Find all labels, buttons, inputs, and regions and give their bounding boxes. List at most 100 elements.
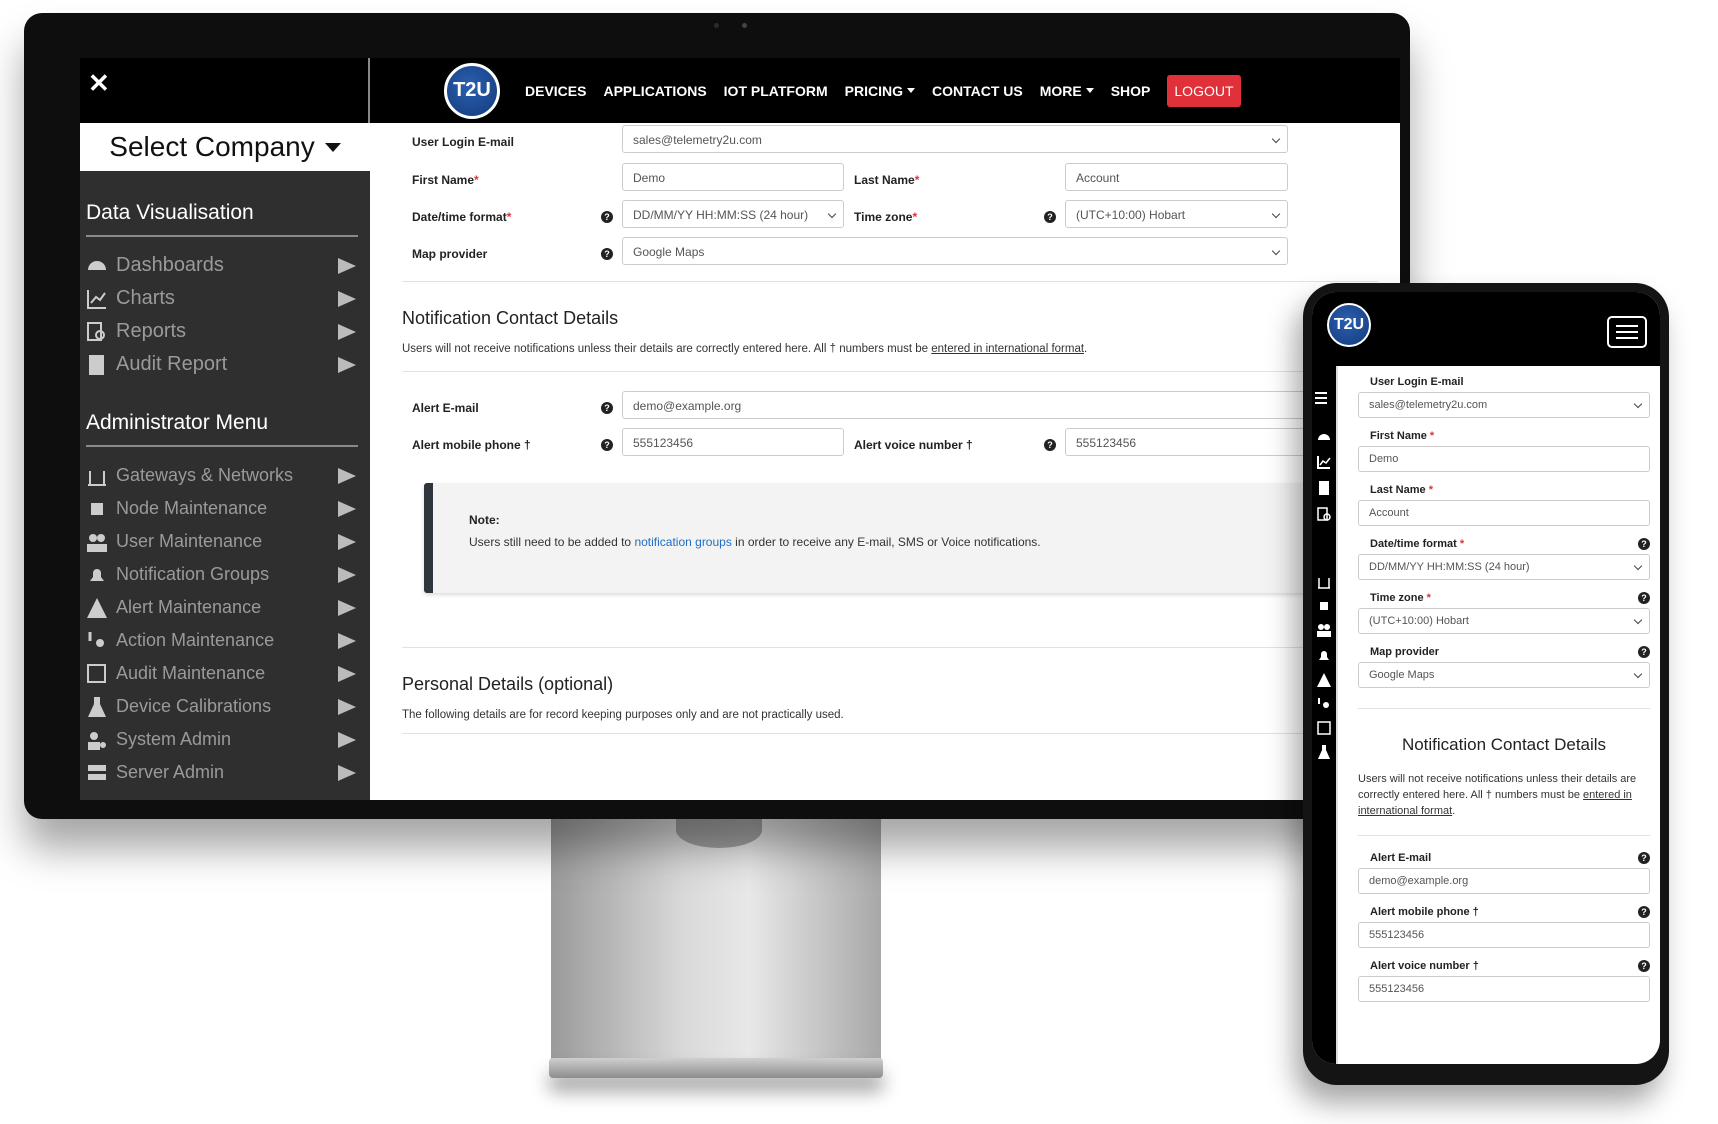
- audit-icon[interactable]: [1316, 720, 1332, 736]
- notification-groups-link[interactable]: notification groups: [634, 535, 731, 549]
- sidebar-item-label: Server Admin: [116, 762, 225, 782]
- monitor-camera: [714, 23, 764, 29]
- sidebar-item-charts[interactable]: Charts: [86, 282, 360, 315]
- help-icon[interactable]: ?: [601, 402, 613, 414]
- timezone-label: Time zone*: [854, 210, 917, 224]
- nav-item-pricing[interactable]: PRICING: [845, 83, 915, 99]
- alert-mobile-label-text: Alert mobile phone †: [1370, 906, 1479, 918]
- help-icon[interactable]: ?: [1638, 960, 1650, 972]
- notification-section-title: Notification Contact Details: [1401, 735, 1607, 754]
- sidebar-toggle-icon[interactable]: [1315, 380, 1329, 416]
- arrow-right-icon: [338, 500, 356, 517]
- audit-report-icon[interactable]: [1316, 480, 1332, 496]
- warning-icon[interactable]: [1316, 672, 1332, 688]
- international-format-link[interactable]: entered in international format: [931, 343, 1084, 355]
- administrator-menu-heading: Administrator Menu: [86, 381, 358, 447]
- sidebar-item-audit-report[interactable]: Audit Report: [86, 348, 360, 381]
- report-icon[interactable]: [1316, 506, 1332, 522]
- help-icon[interactable]: ?: [1638, 646, 1650, 658]
- help-icon[interactable]: ?: [601, 211, 613, 223]
- help-icon[interactable]: ?: [1044, 211, 1056, 223]
- sidebar-item-action-maintenance[interactable]: Action Maintenance: [86, 624, 360, 657]
- alert-voice-field[interactable]: 555123456: [1065, 428, 1325, 456]
- telemetry2u-logo[interactable]: T2U: [444, 62, 500, 119]
- sidebar-item-server-admin[interactable]: Server Admin: [86, 756, 360, 789]
- sidebar-item-node-maintenance[interactable]: Node Maintenance: [86, 492, 360, 525]
- nav-item-shop[interactable]: SHOP: [1111, 83, 1151, 99]
- sidebar-item-dashboards[interactable]: Dashboards: [86, 249, 360, 282]
- timezone-select[interactable]: (UTC+10:00) Hobart: [1358, 608, 1650, 634]
- mobile-screen: T2U User Login E-mail sales@telemetry2u.…: [1312, 292, 1660, 1064]
- sidebar-item-audit-maintenance[interactable]: Audit Maintenance: [86, 657, 360, 690]
- mobile-icon-rail: [1312, 366, 1336, 1064]
- required-marker: *: [1459, 538, 1465, 550]
- last-name-field[interactable]: Account: [1065, 163, 1288, 191]
- nav-item-more[interactable]: MORE: [1040, 83, 1094, 99]
- administrator-menu: Gateways & Networks Node Maintenance User …: [80, 447, 370, 789]
- nav-item-devices[interactable]: DEVICES: [525, 83, 586, 99]
- alert-mobile-field[interactable]: 555123456: [1358, 922, 1650, 948]
- company-selector[interactable]: Select Company: [80, 123, 370, 171]
- action-icon[interactable]: [1316, 696, 1332, 712]
- first-name-label-text: First Name: [412, 173, 475, 187]
- help-icon[interactable]: ?: [601, 248, 613, 260]
- help-icon[interactable]: ?: [1044, 439, 1056, 451]
- gateway-icon[interactable]: [1316, 574, 1332, 590]
- alert-email-field[interactable]: demo@example.org: [622, 391, 1322, 419]
- mockup-stage: ✕ Select Company Data Visualisation Dash…: [0, 0, 1718, 1124]
- first-name-field[interactable]: Demo: [622, 163, 844, 191]
- action-icon: [86, 630, 108, 652]
- logout-button[interactable]: LOGOUT: [1167, 74, 1241, 107]
- help-icon[interactable]: ?: [1638, 592, 1650, 604]
- alert-voice-field[interactable]: 555123456: [1358, 976, 1650, 1002]
- help-icon[interactable]: ?: [1638, 852, 1650, 864]
- divider: [402, 647, 1378, 648]
- alert-voice-label: Alert voice number †: [854, 438, 973, 452]
- last-name-field[interactable]: Account: [1358, 500, 1650, 526]
- mobile-form: User Login E-mail sales@telemetry2u.com …: [1336, 366, 1660, 1064]
- help-icon[interactable]: ?: [1638, 538, 1650, 550]
- login-email-select[interactable]: sales@telemetry2u.com: [622, 125, 1288, 153]
- alert-voice-label: Alert voice number †?: [1370, 950, 1650, 976]
- sidebar-header: ✕: [80, 58, 370, 123]
- nav-item-iot-platform[interactable]: IOT PLATFORM: [724, 83, 828, 99]
- first-name-label: First Name*: [412, 173, 479, 187]
- datetime-format-select[interactable]: DD/MM/YY HH:MM:SS (24 hour): [622, 200, 844, 228]
- sidebar-item-user-maintenance[interactable]: User Maintenance: [86, 525, 360, 558]
- arrow-right-icon: [338, 323, 356, 340]
- arrow-right-icon: [338, 764, 356, 781]
- close-icon[interactable]: ✕: [88, 68, 110, 99]
- timezone-select[interactable]: (UTC+10:00) Hobart: [1065, 200, 1288, 228]
- chip-icon[interactable]: [1316, 598, 1332, 614]
- flask-icon: [86, 696, 108, 718]
- sidebar-item-label: Node Maintenance: [116, 498, 268, 518]
- notification-desc-suffix: .: [1452, 805, 1456, 817]
- gauge-icon[interactable]: [1316, 428, 1332, 444]
- datetime-format-select[interactable]: DD/MM/YY HH:MM:SS (24 hour): [1358, 554, 1650, 580]
- login-email-select[interactable]: sales@telemetry2u.com: [1358, 392, 1650, 418]
- nav-item-applications[interactable]: APPLICATIONS: [603, 83, 706, 99]
- sidebar-item-system-admin[interactable]: System Admin: [86, 723, 360, 756]
- sidebar-item-reports[interactable]: Reports: [86, 315, 360, 348]
- telemetry2u-logo[interactable]: T2U: [1327, 303, 1371, 347]
- last-name-label-text: Last Name: [854, 173, 915, 187]
- hamburger-menu-icon[interactable]: [1607, 316, 1647, 348]
- sidebar-item-notification-groups[interactable]: Notification Groups: [86, 558, 360, 591]
- bell-icon[interactable]: [1316, 648, 1332, 664]
- alert-mobile-field[interactable]: 555123456: [622, 428, 844, 456]
- help-icon[interactable]: ?: [601, 439, 613, 451]
- flask-icon[interactable]: [1316, 744, 1332, 760]
- alert-email-field[interactable]: demo@example.org: [1358, 868, 1650, 894]
- arrow-right-icon: [338, 632, 356, 649]
- sidebar-item-gateways-networks[interactable]: Gateways & Networks: [86, 459, 360, 492]
- help-icon[interactable]: ?: [1638, 906, 1650, 918]
- divider: [1358, 835, 1650, 836]
- sidebar-item-alert-maintenance[interactable]: Alert Maintenance: [86, 591, 360, 624]
- map-provider-select[interactable]: Google Maps: [622, 237, 1288, 265]
- first-name-field[interactable]: Demo: [1358, 446, 1650, 472]
- map-provider-select[interactable]: Google Maps: [1358, 662, 1650, 688]
- chart-icon[interactable]: [1316, 454, 1332, 470]
- sidebar-item-device-calibrations[interactable]: Device Calibrations: [86, 690, 360, 723]
- nav-item-contact-us[interactable]: CONTACT US: [932, 83, 1023, 99]
- users-icon[interactable]: [1316, 622, 1332, 638]
